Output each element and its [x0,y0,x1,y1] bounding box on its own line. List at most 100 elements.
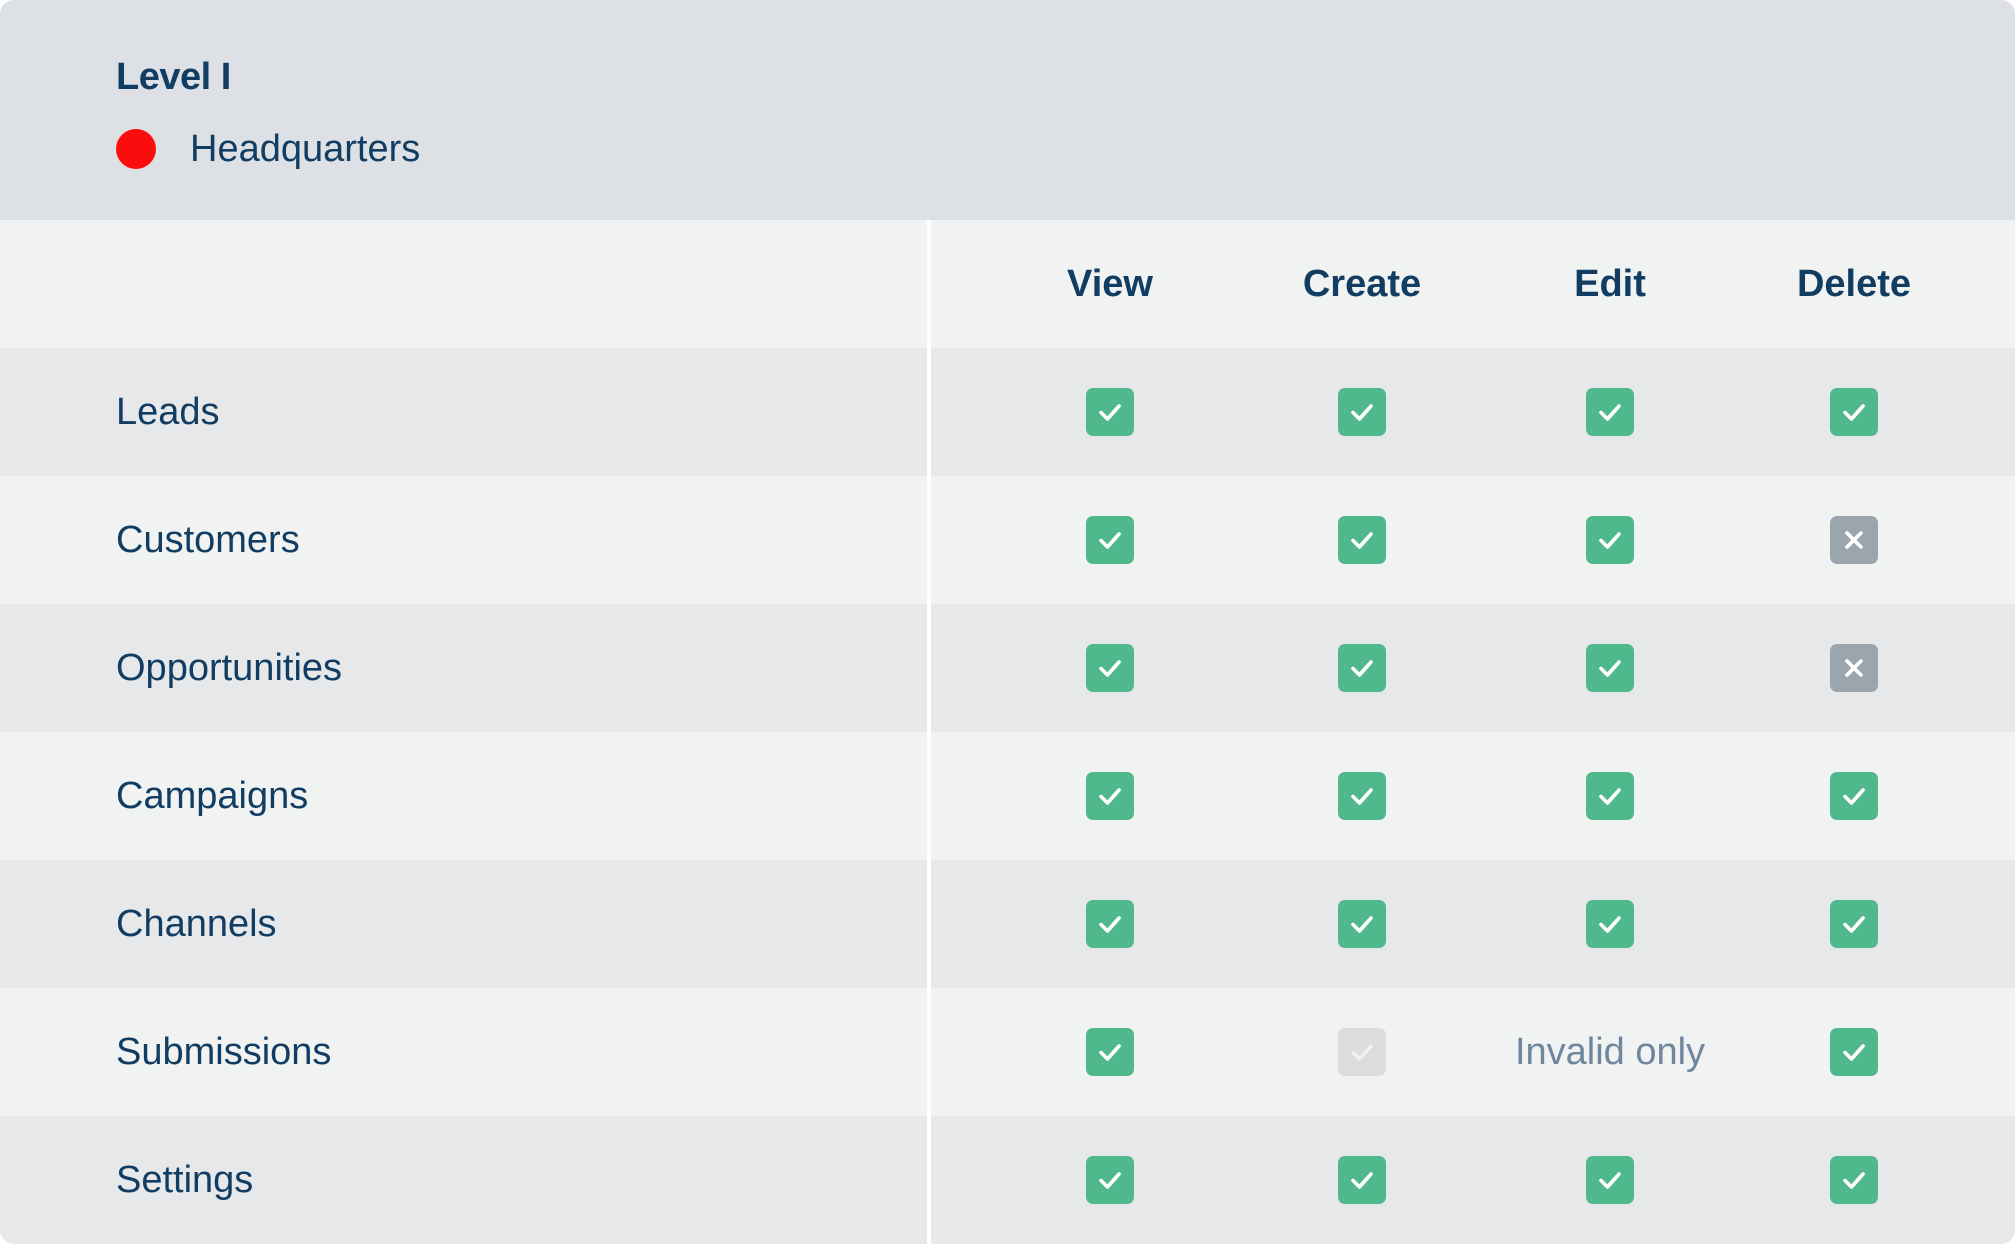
column-header-delete: Delete [1796,262,1912,305]
permission-cell-view [980,348,1240,476]
check-icon [1099,788,1121,805]
table-row: Customers [0,476,2015,604]
permission-checkbox-checked[interactable] [1586,1156,1634,1204]
location-indicator: Headquarters [116,124,420,174]
permission-checkbox-checked[interactable] [1338,772,1386,820]
permission-cell-delete [1724,1116,1984,1244]
permission-checkbox-checked[interactable] [1830,772,1878,820]
column-header-view: View [1067,262,1153,305]
permission-cell-view [980,732,1240,860]
row-label: Leads [116,390,220,433]
permission-cell-create [1232,732,1492,860]
permission-cell-create [1232,860,1492,988]
row-label: Settings [116,1158,254,1201]
permission-cell-edit [1480,732,1740,860]
row-label: Channels [116,902,277,945]
level-header: Level I Headquarters [0,0,2015,220]
check-icon [1099,1044,1121,1061]
check-icon [1351,1044,1373,1061]
permissions-card: Level I Headquarters View Create Edit De… [0,0,2015,1244]
permission-cell-delete [1724,860,1984,988]
permission-checkbox-checked[interactable] [1086,1028,1134,1076]
table-row: Opportunities [0,604,2015,732]
table-row: Settings [0,1116,2015,1244]
location-label: Headquarters [190,128,421,170]
permission-checkbox-checked[interactable] [1830,900,1878,948]
permission-checkbox-checked[interactable] [1586,900,1634,948]
permission-cell-view [980,604,1240,732]
check-icon [1843,788,1865,805]
row-label: Campaigns [116,774,309,817]
permission-cell-edit [1480,860,1740,988]
permission-cell-create [1232,988,1492,1116]
check-icon [1351,660,1373,677]
permission-cell-create [1232,604,1492,732]
permission-cell-edit [1480,604,1740,732]
check-icon [1599,916,1621,933]
table-header-row: View Create Edit Delete [0,220,2015,348]
close-icon [1845,531,1863,549]
permission-checkbox-checked[interactable] [1086,1156,1134,1204]
check-icon [1843,1172,1865,1189]
check-icon [1599,1172,1621,1189]
permission-checkbox-checked[interactable] [1338,1156,1386,1204]
table-row: Campaigns [0,732,2015,860]
permission-cell-view [980,1116,1240,1244]
column-header-edit: Edit [1574,262,1646,305]
location-status-dot [116,129,156,169]
permission-cell-delete [1724,732,1984,860]
permission-checkbox-checked[interactable] [1338,516,1386,564]
check-icon [1099,660,1121,677]
permission-cell-view [980,988,1240,1116]
close-icon [1845,659,1863,677]
level-title: Level I [116,56,231,98]
permission-checkbox-checked[interactable] [1586,644,1634,692]
permission-cell-delete [1724,604,1984,732]
check-icon [1099,1172,1121,1189]
permission-checkbox-denied[interactable] [1830,516,1878,564]
check-icon [1099,916,1121,933]
check-icon [1843,404,1865,421]
permission-checkbox-checked[interactable] [1830,388,1878,436]
check-icon [1351,788,1373,805]
permission-cell-create [1232,476,1492,604]
check-icon [1843,1044,1865,1061]
check-icon [1351,916,1373,933]
permission-checkbox-checked[interactable] [1086,644,1134,692]
permission-checkbox-checked[interactable] [1086,772,1134,820]
permission-cell-edit [1480,476,1740,604]
permission-checkbox-checked[interactable] [1086,388,1134,436]
permission-checkbox-checked[interactable] [1830,1156,1878,1204]
check-icon [1351,1172,1373,1189]
permission-checkbox-checked[interactable] [1086,516,1134,564]
check-icon [1099,532,1121,549]
permission-checkbox-checked[interactable] [1586,772,1634,820]
permission-cell-view [980,860,1240,988]
check-icon [1599,788,1621,805]
permission-cell-view [980,476,1240,604]
permission-checkbox-checked[interactable] [1338,388,1386,436]
permission-cell-edit [1480,348,1740,476]
check-icon [1599,532,1621,549]
row-label: Opportunities [116,646,343,689]
check-icon [1351,532,1373,549]
table-row: Leads [0,348,2015,476]
permission-checkbox-disabled [1338,1028,1386,1076]
permission-checkbox-checked[interactable] [1586,516,1634,564]
check-icon [1351,404,1373,421]
check-icon [1099,404,1121,421]
permission-checkbox-checked[interactable] [1586,388,1634,436]
permission-checkbox-checked[interactable] [1086,900,1134,948]
row-label: Submissions [116,1030,332,1073]
permissions-table: View Create Edit Delete Leads Customers Op… [0,220,2015,1244]
permission-checkbox-checked[interactable] [1830,1028,1878,1076]
permission-note: Invalid only [1514,1030,1706,1073]
permission-checkbox-checked[interactable] [1338,644,1386,692]
column-divider [927,220,931,1244]
permission-checkbox-denied[interactable] [1830,644,1878,692]
permission-cell-delete [1724,476,1984,604]
permission-checkbox-checked[interactable] [1338,900,1386,948]
check-icon [1843,916,1865,933]
permission-cell-create [1232,348,1492,476]
check-icon [1599,660,1621,677]
